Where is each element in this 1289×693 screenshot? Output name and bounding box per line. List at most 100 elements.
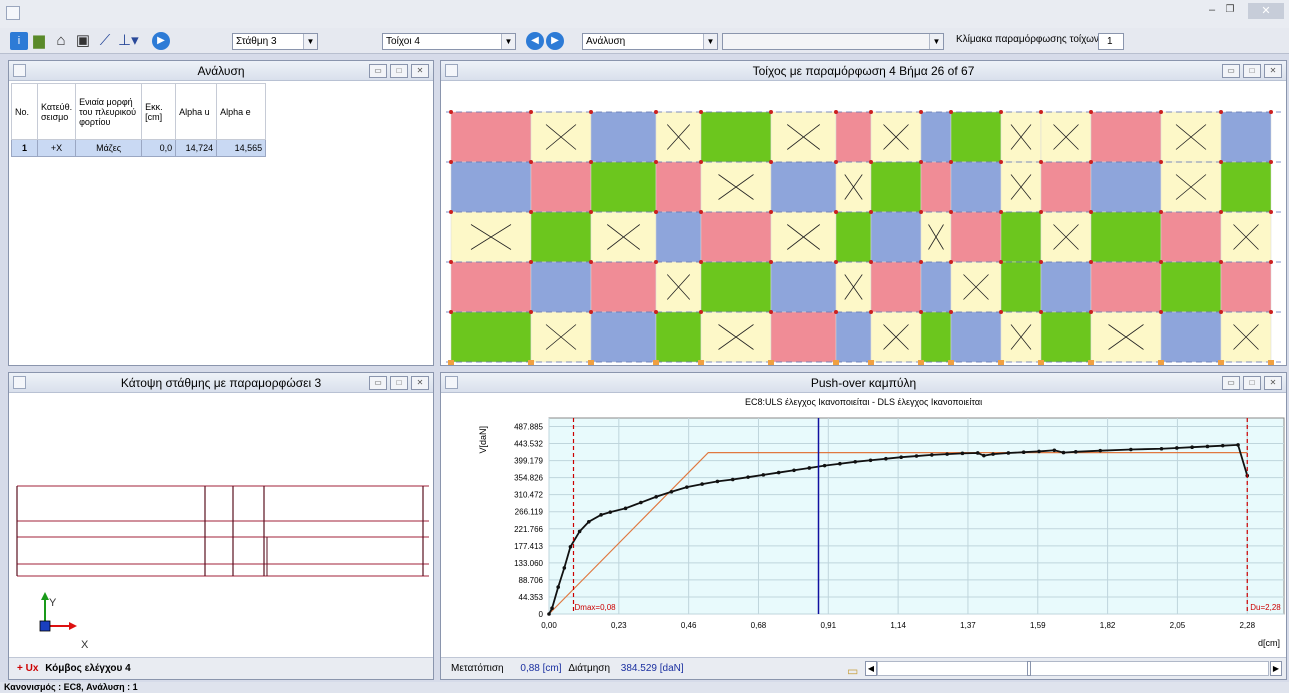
- cell-eccentricity[interactable]: 0,0: [141, 139, 177, 157]
- wall-element: [835, 211, 872, 263]
- scroll-right-button[interactable]: ▶: [1270, 661, 1282, 676]
- maximize-icon[interactable]: □: [390, 64, 408, 78]
- step-slider-track[interactable]: [877, 661, 1269, 676]
- column-header[interactable]: Alpha e: [216, 83, 267, 140]
- x-tick-label: 0,00: [541, 621, 557, 630]
- curve-point: [568, 544, 573, 549]
- support-marker: [698, 360, 704, 365]
- support-marker: [768, 360, 774, 365]
- curve-point: [930, 453, 934, 457]
- node-marker: [834, 160, 838, 164]
- wall-view[interactable]: [441, 82, 1286, 365]
- minimize-icon[interactable]: ▭: [369, 64, 387, 78]
- plan-view[interactable]: Y X + Ux Κόμβος ελέγχου 4: [9, 394, 433, 679]
- column-header[interactable]: Alpha u: [175, 83, 218, 140]
- minimize-icon[interactable]: ▭: [369, 376, 387, 390]
- chevron-down-icon[interactable]: ▼: [703, 34, 717, 49]
- close-icon[interactable]: ✕: [411, 64, 429, 78]
- scroll-left-button[interactable]: ◀: [865, 661, 877, 676]
- wall-element: [1220, 111, 1272, 163]
- wall-element: [770, 261, 837, 313]
- column-header[interactable]: Εκκ. [cm]: [141, 83, 177, 140]
- node-marker: [1269, 310, 1273, 314]
- column-header[interactable]: No.: [11, 83, 38, 140]
- secondary-select[interactable]: ▼: [722, 33, 944, 50]
- panel-title: Ανάλυση: [197, 64, 245, 78]
- node-marker: [769, 260, 773, 264]
- node-marker: [654, 210, 658, 214]
- minimize-icon[interactable]: –: [1204, 4, 1220, 18]
- close-icon[interactable]: ✕: [1248, 3, 1284, 19]
- curve-icon[interactable]: ⟋: [96, 32, 114, 50]
- wall-element: [590, 261, 657, 313]
- level-select[interactable]: Στάθμη 3 ▼: [232, 33, 318, 50]
- panel-header: Push-over καμπύλη ▭ □ ✕: [441, 373, 1286, 393]
- close-icon[interactable]: ✕: [1264, 376, 1282, 390]
- column-header[interactable]: Κατεύθ. σεισμο: [36, 83, 77, 140]
- wall-select-value: Τοίχοι 4: [386, 36, 420, 47]
- column-header[interactable]: Ενιαία μορφή του πλευρικού φορτίου: [75, 83, 143, 140]
- curve-point: [975, 451, 980, 455]
- bar-chart-icon[interactable]: ▆: [30, 32, 48, 50]
- limit-label: Dmax=0,08: [575, 603, 617, 612]
- structure-icon[interactable]: ⌂: [52, 32, 70, 50]
- node-marker: [1219, 160, 1223, 164]
- ux-indicator: + Ux: [17, 663, 39, 674]
- node-marker: [949, 260, 953, 264]
- play-icon[interactable]: ▶: [152, 32, 170, 50]
- minimize-icon[interactable]: ▭: [1222, 64, 1240, 78]
- wall-element: [1000, 211, 1042, 263]
- maximize-icon[interactable]: □: [390, 376, 408, 390]
- prev-arrow-icon[interactable]: ◀: [526, 32, 544, 50]
- print-icon[interactable]: ▣: [74, 32, 92, 50]
- wall-element: [590, 111, 657, 163]
- wall-select[interactable]: Τοίχοι 4 ▼: [382, 33, 516, 50]
- panel-title: Push-over καμπύλη: [810, 376, 917, 390]
- wall-element: [950, 161, 1002, 213]
- curve-point: [914, 454, 919, 458]
- cell-form[interactable]: Μάζες: [75, 139, 143, 157]
- table-row[interactable]: 1 +X Μάζες 0,0 14,724 14,565: [11, 139, 267, 157]
- cell-direction[interactable]: +X: [36, 139, 77, 157]
- curve-point: [1190, 445, 1194, 450]
- pushover-chart[interactable]: 0,00 0,23 0,46 0,68 0,91 1,14 1,37 1,59 1,82 2,05…: [441, 394, 1286, 656]
- curve-point: [1098, 448, 1103, 453]
- node-marker: [1269, 160, 1273, 164]
- wall-element: [590, 311, 657, 363]
- cell-alpha-e[interactable]: 14,565: [216, 139, 267, 157]
- wall-element: [870, 211, 922, 263]
- minimize-icon[interactable]: ▭: [1222, 376, 1240, 390]
- support-marker: [1088, 360, 1094, 365]
- maximize-icon[interactable]: □: [1243, 376, 1261, 390]
- y-tick-label: 354.826: [514, 474, 543, 483]
- support-marker: [588, 360, 594, 365]
- chevron-down-icon[interactable]: ▼: [303, 34, 317, 49]
- cell-no[interactable]: 1: [11, 139, 38, 157]
- node-marker: [449, 110, 453, 114]
- chevron-down-icon[interactable]: ▼: [501, 34, 515, 49]
- x-tick-label: 0,68: [751, 621, 767, 630]
- axes-dropdown-icon[interactable]: ⊥▾: [118, 32, 139, 50]
- support-marker: [948, 360, 954, 365]
- analysis-panel: Ανάλυση ▭ □ ✕ No. Κατεύθ. σεισμο Ενιαία μο…: [8, 60, 434, 366]
- maximize-icon[interactable]: □: [1243, 64, 1261, 78]
- chevron-down-icon[interactable]: ▼: [929, 34, 943, 49]
- close-icon[interactable]: ✕: [1264, 64, 1282, 78]
- step-slider-thumb[interactable]: [1027, 661, 1031, 676]
- folder-icon[interactable]: ▭: [847, 661, 858, 679]
- node-marker: [1039, 210, 1043, 214]
- support-marker: [448, 360, 454, 365]
- curve-point: [1205, 444, 1210, 449]
- cell-alpha-u[interactable]: 14,724: [175, 139, 218, 157]
- node-marker: [999, 310, 1003, 314]
- window-icon: [13, 64, 26, 77]
- info-icon[interactable]: i: [10, 32, 28, 50]
- next-arrow-icon[interactable]: ▶: [546, 32, 564, 50]
- restore-icon[interactable]: ❐: [1222, 4, 1238, 18]
- analysis-select[interactable]: Ανάλυση ▼: [582, 33, 718, 50]
- axis-x-label: X: [81, 639, 89, 651]
- support-marker: [653, 360, 659, 365]
- curve-point: [577, 529, 582, 534]
- scale-input[interactable]: 1: [1098, 33, 1124, 50]
- close-icon[interactable]: ✕: [411, 376, 429, 390]
